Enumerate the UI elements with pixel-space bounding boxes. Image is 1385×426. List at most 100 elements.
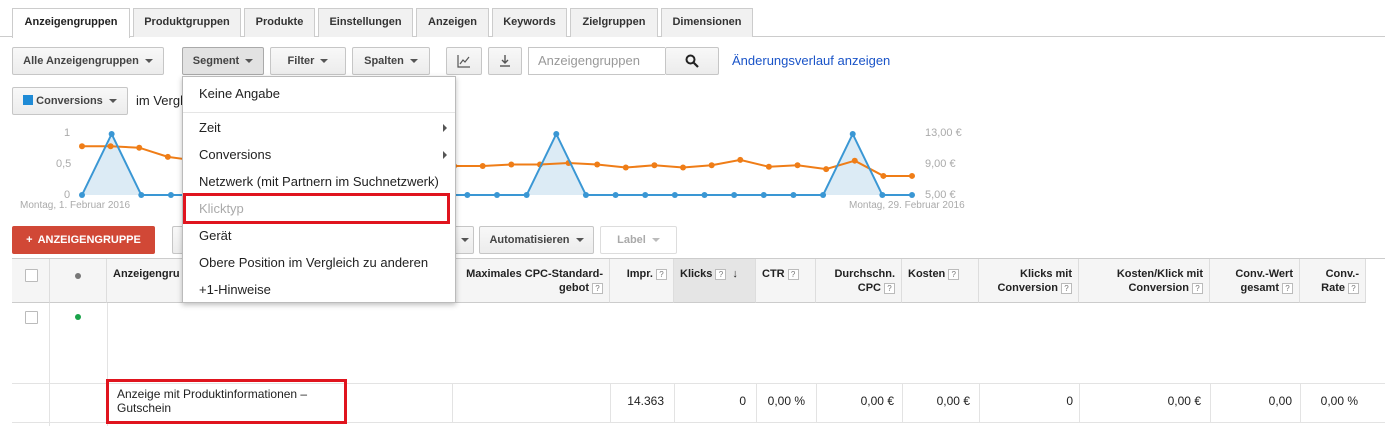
metric-color-swatch — [23, 95, 34, 105]
help-icon[interactable]: ? — [884, 283, 895, 294]
performance-chart — [79, 131, 915, 198]
help-icon[interactable]: ? — [1348, 283, 1359, 294]
chevron-right-icon — [443, 151, 447, 159]
help-icon[interactable]: ? — [715, 269, 727, 280]
blue-series-point — [671, 192, 678, 198]
help-icon[interactable]: ? — [656, 269, 667, 280]
orange-series-point — [823, 166, 830, 173]
segment-button[interactable]: Segment — [182, 47, 264, 75]
orange-series-point — [594, 161, 601, 168]
blue-series-point — [879, 192, 886, 198]
chart-toggle-button[interactable] — [446, 47, 482, 75]
add-ad-group-label: ANZEIGENGRUPPE — [37, 234, 141, 246]
orange-series-point — [164, 153, 171, 160]
tab-einstellungen[interactable]: Einstellungen — [318, 8, 413, 37]
help-icon[interactable]: ? — [948, 269, 960, 280]
tab-zielgruppen[interactable]: Zielgruppen — [570, 8, 658, 37]
blue-series-point — [760, 192, 767, 198]
tab-produktgruppen[interactable]: Produktgruppen — [133, 8, 241, 37]
chevron-down-icon — [651, 238, 660, 243]
orange-series-point — [107, 143, 114, 150]
menu-item-conversions[interactable]: Conversions — [183, 143, 455, 167]
header-cost[interactable]: Kosten? — [902, 259, 979, 303]
change-history-link[interactable]: Änderungsverlauf anzeigen — [732, 53, 890, 68]
filter-label: Filter — [287, 55, 315, 67]
line-chart-icon — [457, 55, 470, 68]
orange-series-point — [737, 156, 744, 163]
select-all-checkbox[interactable] — [25, 269, 38, 282]
status-dot-icon — [75, 273, 81, 279]
menu-item-time-label: Zeit — [199, 120, 221, 135]
plus-icon: + — [26, 234, 33, 246]
tab-bar: Anzeigengruppen Produktgruppen Produkte … — [0, 0, 1385, 38]
label-button[interactable]: Label — [600, 226, 677, 254]
chevron-down-icon — [108, 99, 117, 104]
tab-anzeigengruppen[interactable]: Anzeigengruppen — [12, 8, 130, 38]
tab-produkte[interactable]: Produkte — [244, 8, 315, 37]
blue-series-point — [494, 192, 500, 198]
header-max-cpc[interactable]: Maximales CPC-Standard-gebot? — [452, 259, 610, 303]
highlight-click-type — [183, 193, 450, 224]
header-select-all — [12, 259, 50, 303]
chevron-down-icon — [144, 59, 153, 64]
help-icon[interactable]: ? — [592, 283, 603, 294]
menu-item-plus-one[interactable]: +1-Hinweise — [183, 278, 455, 302]
search-input[interactable]: Anzeigengruppen — [528, 47, 665, 75]
blue-series-point — [582, 192, 589, 198]
header-avg-cpc[interactable]: Durchschn. CPC? — [816, 259, 902, 303]
blue-series-point — [167, 192, 174, 198]
help-icon[interactable]: ? — [1192, 283, 1203, 294]
blue-series-point — [731, 192, 738, 198]
header-conv-clicks[interactable]: Klicks mit Conversion? — [979, 259, 1079, 303]
orange-series-point — [880, 172, 887, 179]
help-icon[interactable]: ? — [1282, 283, 1293, 294]
chevron-down-icon — [409, 59, 418, 64]
tab-anzeigen[interactable]: Anzeigen — [416, 8, 489, 37]
metric-dropdown[interactable]: Conversions — [12, 87, 128, 115]
menu-item-time[interactable]: Zeit — [183, 116, 455, 140]
filter-button[interactable]: Filter — [270, 47, 346, 75]
header-impr[interactable]: Impr.? — [610, 259, 674, 303]
row-checkbox[interactable] — [25, 311, 38, 324]
menu-item-top-vs-other[interactable]: Obere Position im Vergleich zu anderen — [183, 251, 455, 275]
blue-series-point — [820, 192, 827, 198]
column-divider — [49, 303, 50, 426]
summary-impr: 14.363 — [627, 394, 664, 408]
segment-label: Segment — [192, 55, 240, 67]
header-ctr[interactable]: CTR? — [756, 259, 816, 303]
summary-conv-rate: 0,00 % — [1320, 394, 1358, 408]
highlight-summary-name — [106, 379, 347, 424]
label-button-label: Label — [617, 234, 646, 246]
tab-keywords[interactable]: Keywords — [492, 8, 567, 37]
header-ad-group-label: Anzeigengru — [113, 268, 180, 280]
download-icon — [500, 55, 510, 67]
chevron-down-icon — [575, 238, 584, 243]
tab-dimensionen[interactable]: Dimensionen — [661, 8, 753, 37]
menu-item-device[interactable]: Gerät — [183, 224, 455, 248]
blue-series-point — [849, 131, 856, 137]
blue-series-point — [79, 192, 85, 198]
help-icon[interactable]: ? — [1061, 283, 1072, 294]
header-conv-value[interactable]: Conv.-Wert gesamt? — [1210, 259, 1300, 303]
all-groups-dropdown[interactable]: Alle Anzeigengruppen — [12, 47, 164, 75]
automate-button[interactable]: Automatisieren — [479, 226, 594, 254]
columns-button[interactable]: Spalten — [352, 47, 430, 75]
header-cost-per-conv[interactable]: Kosten/Klick mit Conversion? — [1079, 259, 1210, 303]
blue-series-point — [464, 192, 471, 198]
summary-conv-clicks: 0 — [1066, 394, 1073, 408]
header-clicks[interactable]: Klicks? ↓ — [674, 259, 756, 303]
orange-series-point — [136, 144, 143, 151]
add-ad-group-button[interactable]: + ANZEIGENGRUPPE — [12, 226, 155, 254]
search-button[interactable] — [665, 47, 719, 75]
orange-series-point — [909, 172, 915, 179]
menu-item-network[interactable]: Netzwerk (mit Partnern im Suchnetzwerk) — [183, 170, 455, 194]
header-conv-rate[interactable]: Conv.-Rate? — [1300, 259, 1366, 303]
header-cost-label: Kosten — [908, 268, 946, 280]
menu-item-none[interactable]: Keine Angabe — [183, 82, 455, 106]
blue-series-point — [790, 192, 797, 198]
download-button[interactable] — [488, 47, 522, 75]
blue-series-point — [553, 131, 560, 137]
summary-clicks: 0 — [739, 394, 746, 408]
help-icon[interactable]: ? — [787, 269, 799, 280]
menu-separator — [183, 112, 455, 113]
